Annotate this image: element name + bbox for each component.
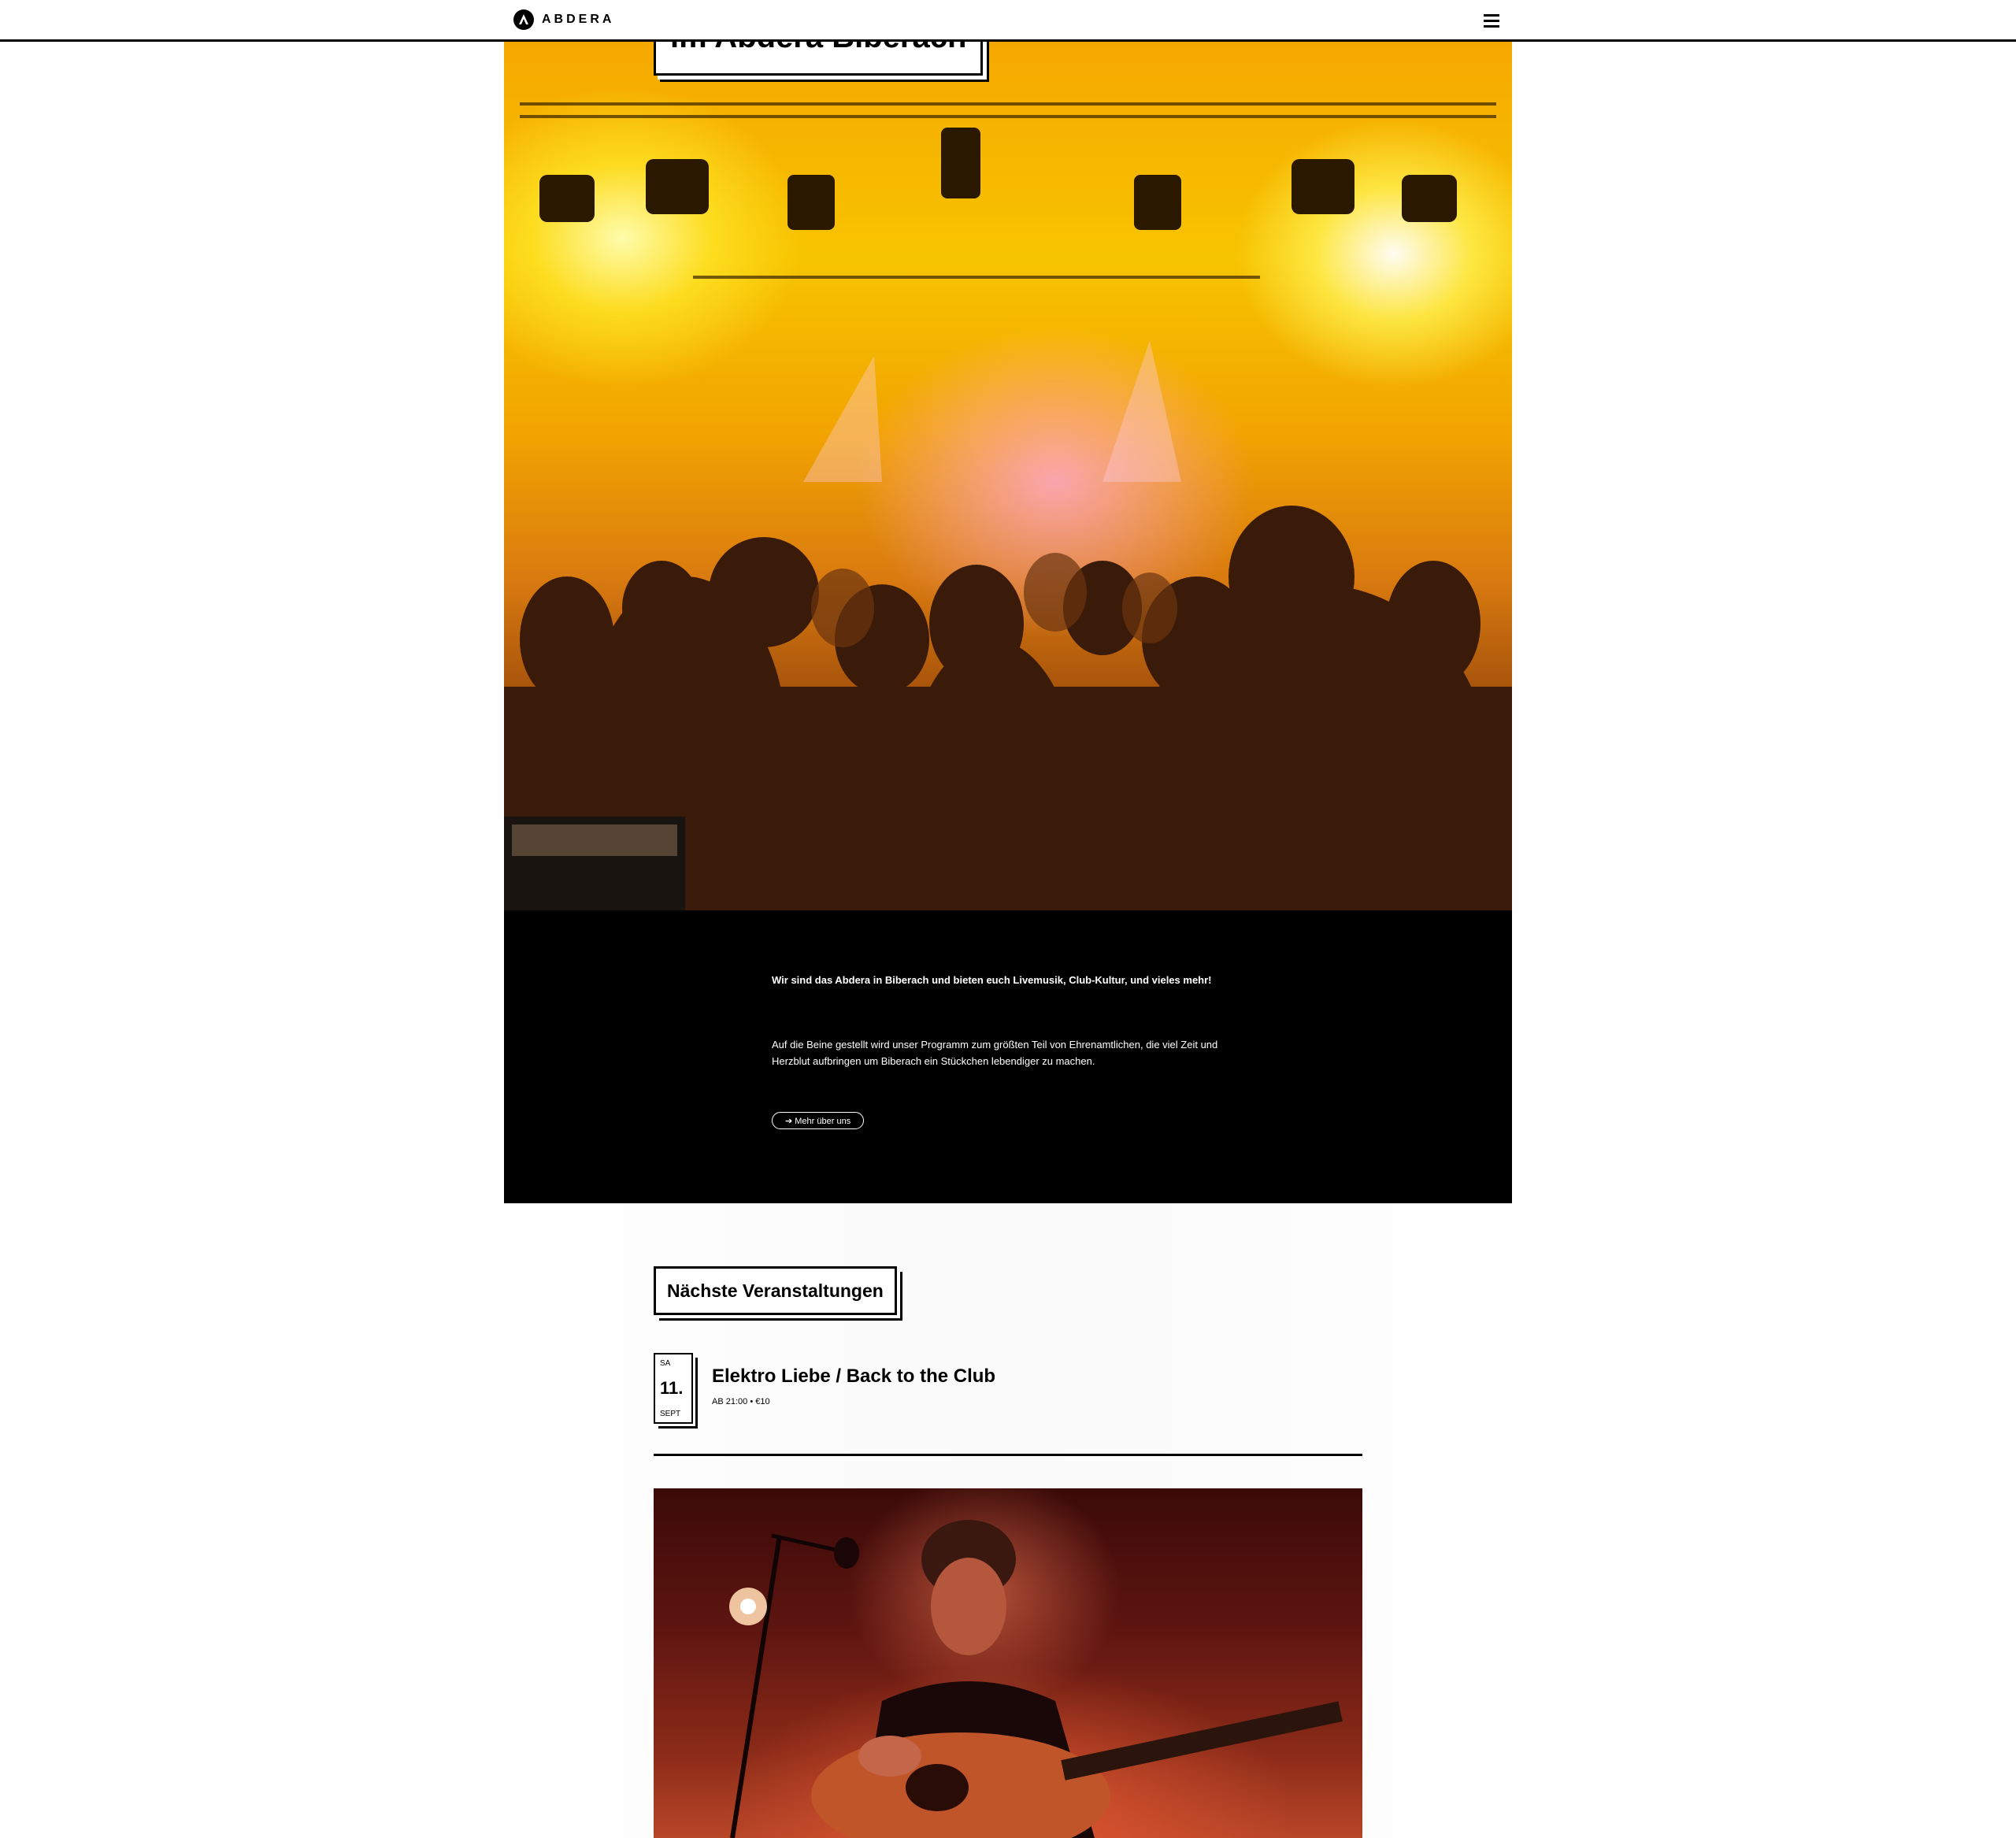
- concert-crowd-photo: [504, 102, 1512, 910]
- hero-image: [504, 41, 1512, 910]
- event-date-card: SA 11. SEPT: [654, 1353, 693, 1424]
- site-header: ABDERA: [0, 0, 2016, 42]
- event-title-link[interactable]: Elektro Liebe / Back to the Club: [712, 1366, 995, 1388]
- about-body-text: Auf die Beine gestellt wird unser Progra…: [772, 1039, 1218, 1067]
- event-month: SEPT: [660, 1410, 681, 1418]
- event-day: 11.: [660, 1378, 684, 1398]
- more-about-us-button[interactable]: ➔ Mehr über uns: [772, 1112, 865, 1129]
- brand-name: ABDERA: [542, 13, 615, 26]
- brand-logo[interactable]: ABDERA: [513, 8, 614, 31]
- event-image[interactable]: [654, 1488, 1362, 1838]
- event-day-of-week: SA: [660, 1359, 671, 1368]
- event-meta: AB 21:00 • €10: [712, 1397, 770, 1406]
- about-section: Wir sind das Abdera in Biberach und biet…: [504, 910, 1512, 1203]
- about-lead-text: Wir sind das Abdera in Biberach und biet…: [772, 974, 1212, 986]
- event-divider: [654, 1454, 1362, 1456]
- abdera-logo-icon: [513, 9, 534, 30]
- guitarist-photo: [729, 1520, 1343, 1838]
- hamburger-menu-icon[interactable]: [1482, 12, 1501, 29]
- events-section-title: Nächste Veranstaltungen: [654, 1266, 897, 1315]
